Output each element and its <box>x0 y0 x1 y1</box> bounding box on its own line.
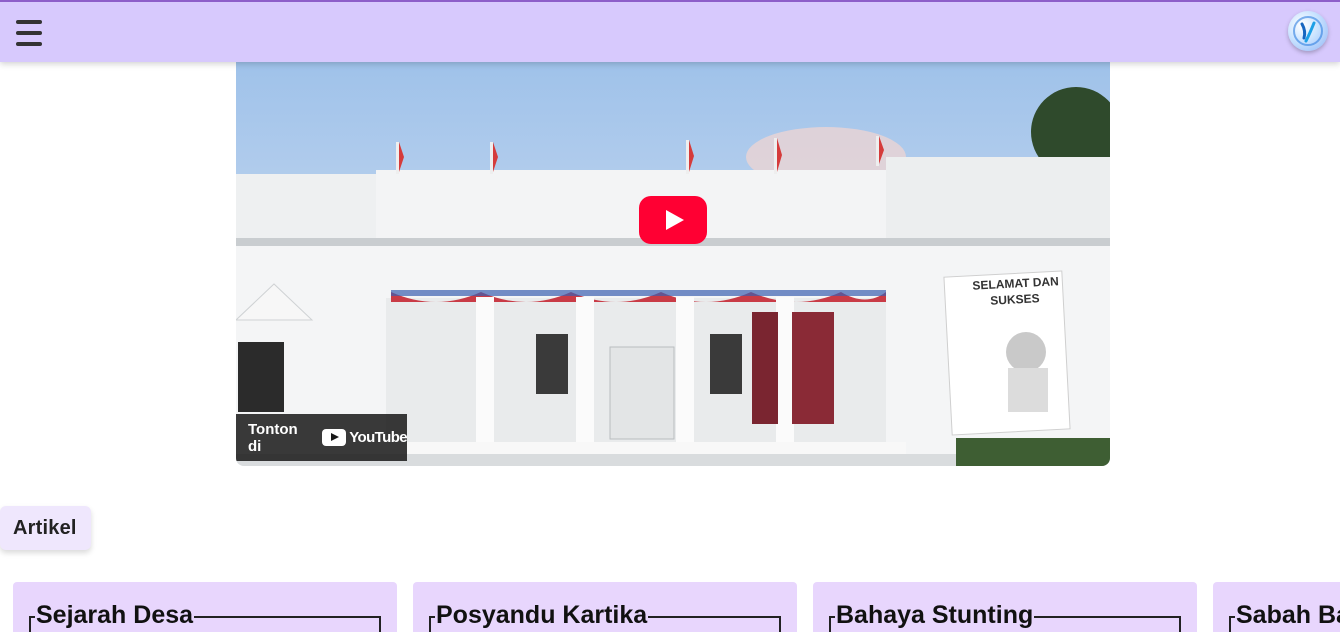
site-logo-icon[interactable] <box>1288 11 1328 51</box>
section-title: Artikel <box>13 516 77 539</box>
article-cards-row: Sejarah Desa Posyandu Kartika Bahaya Stu… <box>0 582 1340 632</box>
article-title: Bahaya Stunting <box>835 600 1035 630</box>
watch-on-youtube-link[interactable]: Tonton di YouTube <box>236 414 408 461</box>
section-title-chip: Artikel <box>0 506 91 550</box>
article-title: Sejarah Desa <box>35 600 195 630</box>
top-navbar <box>0 0 1340 62</box>
article-card[interactable]: Bahaya Stunting <box>813 582 1197 632</box>
youtube-wordmark: YouTube <box>349 429 407 446</box>
article-card[interactable]: Sabah Ba <box>1213 582 1340 632</box>
play-button[interactable] <box>639 196 707 244</box>
article-card[interactable]: Sejarah Desa <box>13 582 397 632</box>
watch-on-label: Tonton di <box>248 420 298 455</box>
youtube-logo: YouTube <box>322 429 408 446</box>
sign-line-2: SUKSES <box>990 291 1040 308</box>
article-title: Sabah Ba <box>1235 600 1340 630</box>
article-title: Posyandu Kartika <box>435 600 649 630</box>
article-card[interactable]: Posyandu Kartika <box>413 582 797 632</box>
youtube-video-embed[interactable]: SELAMAT DAN SUKSES Tonton di YouTube <box>236 62 1110 466</box>
video-thumbnail: SELAMAT DAN SUKSES <box>236 62 1110 466</box>
youtube-icon <box>322 429 347 446</box>
hamburger-menu-icon[interactable] <box>16 20 42 46</box>
